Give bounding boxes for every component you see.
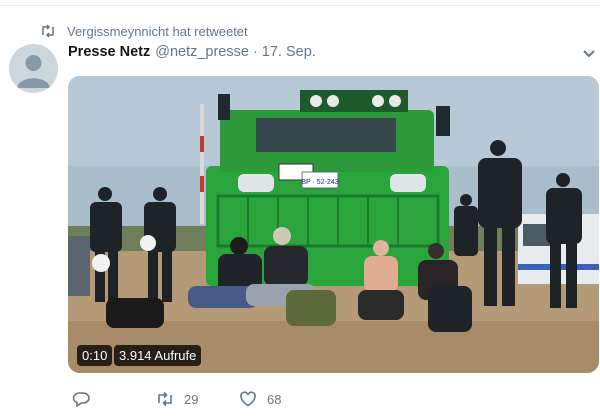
tweet-actions: 29 68 [0, 391, 600, 411]
video-frame: BP · 52-243 [68, 76, 599, 373]
retweet-context-text[interactable]: Vergissmeynnicht hat retweetet [67, 24, 248, 39]
author-name[interactable]: Presse Netz [68, 44, 150, 60]
author-handle[interactable]: @netz_presse [155, 44, 249, 60]
top-divider [0, 5, 600, 6]
header-separator: · [252, 44, 258, 60]
chevron-down-icon[interactable] [582, 49, 596, 59]
heart-icon [240, 391, 256, 407]
like-button[interactable]: 68 [239, 391, 281, 407]
reply-button[interactable] [72, 391, 100, 407]
default-avatar-icon [17, 55, 50, 88]
tweet-date[interactable]: 17. Sep. [262, 44, 316, 60]
avatar[interactable] [9, 44, 58, 93]
video-duration-badge: 0:10 [77, 345, 113, 366]
video-player[interactable]: BP · 52-243 0:10 3.914 Aufrufe [68, 76, 599, 373]
vehicle-plate: BP · 52-243 [301, 179, 338, 186]
retweet-count: 29 [184, 391, 199, 407]
video-views-badge: 3.914 Aufrufe [114, 345, 202, 366]
retweet-icon [158, 391, 172, 407]
retweet-button[interactable]: 29 [156, 391, 198, 407]
like-count: 68 [267, 391, 282, 407]
tweet-header: Presse Netz @netz_presse · 17. Sep. [68, 44, 316, 64]
reply-icon [72, 392, 90, 407]
retweet-icon [42, 24, 54, 38]
retweet-context[interactable]: Vergissmeynnicht hat retweetet [40, 22, 248, 40]
